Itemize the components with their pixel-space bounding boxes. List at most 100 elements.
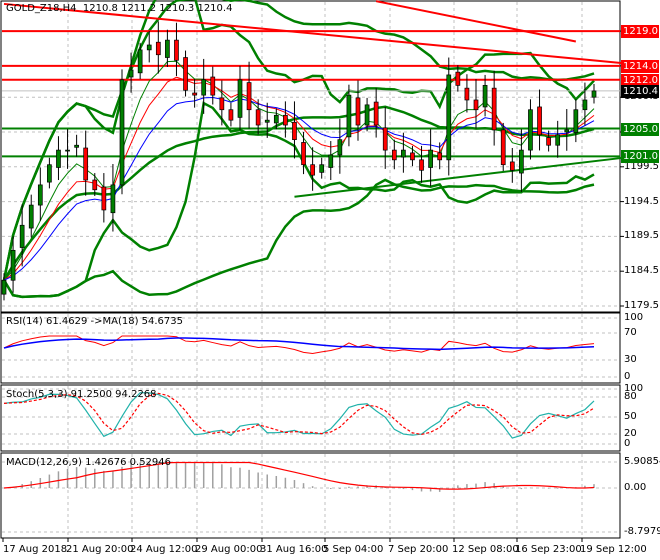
candle: [546, 137, 551, 146]
candle: [28, 204, 34, 229]
candle: [564, 129, 570, 133]
candle: [455, 71, 461, 86]
candle: [446, 74, 452, 161]
level-price-tag: 1201.0: [621, 150, 659, 164]
candle: [337, 139, 343, 156]
candle: [346, 94, 352, 138]
stoch-axis-label: 0: [624, 438, 631, 449]
candle: [410, 152, 415, 161]
candle: [183, 57, 188, 91]
macd-axis-label: -8.79794: [624, 526, 660, 537]
candle: [537, 106, 542, 136]
high-value: 1211.2: [121, 3, 157, 14]
time-label: 19 Sep 12:00: [580, 544, 647, 555]
candle: [19, 224, 25, 248]
candle: [301, 142, 306, 166]
stoch-title: Stoch(5,3,3) 91.2500 94.2268: [6, 389, 157, 400]
candle: [464, 87, 470, 101]
rsi-title: RSI(14) 61.4629 ->MA(18) 54.6735: [6, 316, 183, 327]
candle: [355, 97, 361, 126]
candle: [528, 109, 533, 151]
price-axis-label: 1194.5: [624, 195, 659, 207]
stoch-axis-label: 50: [624, 411, 637, 422]
level-price-tag: 1205.0: [621, 122, 659, 136]
symbol-label: GOLD_Z18,H4: [6, 3, 77, 14]
trendline: [375, 0, 577, 43]
candle: [519, 149, 524, 174]
candle: [255, 109, 261, 126]
candle: [210, 76, 216, 96]
candle: [192, 92, 197, 96]
candle: [273, 114, 279, 124]
candle: [219, 97, 225, 111]
price-axis-label: 1189.5: [624, 230, 659, 242]
candle: [292, 121, 297, 141]
time-label: 17 Aug 2018: [3, 544, 68, 555]
time-label: 5 Sep 04:00: [323, 544, 384, 555]
candle: [573, 109, 579, 134]
close-value: 1210.4: [197, 3, 233, 14]
rsi-axis-label: 30: [624, 354, 637, 365]
time-label: 16 Sep 23:00: [515, 544, 582, 555]
rsi-line: [3, 335, 595, 355]
candle: [591, 90, 597, 98]
candle: [83, 147, 89, 181]
candle: [165, 39, 170, 58]
candle: [174, 39, 179, 61]
time-label: 24 Aug 12:00: [130, 544, 198, 555]
macd-title: MACD(12,26,9) 1.42676 0.52946: [6, 457, 172, 468]
time-label: 12 Sep 08:00: [452, 544, 519, 555]
candle: [74, 144, 79, 148]
candle: [310, 164, 315, 176]
candle: [1, 279, 7, 295]
macd-axis-label: 5.90854: [624, 456, 660, 467]
candle: [401, 149, 406, 158]
candle: [246, 82, 252, 111]
candle: [582, 99, 588, 111]
candle: [419, 159, 424, 171]
candle: [201, 79, 207, 96]
candle: [509, 161, 515, 171]
candle: [65, 149, 70, 152]
rsi-axis-label: 70: [624, 327, 637, 338]
time-label: 21 Aug 20:00: [66, 544, 134, 555]
low-value: 1210.3: [159, 3, 195, 14]
candle: [128, 69, 134, 78]
price-axis-label: 1184.5: [624, 265, 659, 277]
rsi-axis-label: 0: [624, 371, 631, 382]
current-price-tag: 1210.4: [621, 84, 659, 98]
candle: [137, 49, 143, 74]
candle: [146, 44, 152, 51]
candle: [364, 104, 370, 126]
bollinger-band-line: [2, 178, 595, 299]
candle: [92, 179, 98, 191]
candle: [37, 184, 43, 206]
candle: [110, 184, 116, 214]
candle: [319, 164, 325, 173]
candle: [101, 186, 107, 211]
candle: [264, 119, 270, 123]
candle: [283, 114, 288, 126]
open-value: 1210.8: [82, 3, 118, 14]
macd-axis-label: 0.00: [624, 482, 647, 493]
rsi-ma-line: [3, 337, 595, 351]
rsi-axis-label: 100: [624, 312, 644, 323]
time-label: 31 Aug 16:00: [260, 544, 328, 555]
stoch-axis-label: 80: [624, 391, 637, 402]
candle: [500, 129, 506, 166]
price-axis-label: 1179.5: [624, 300, 659, 311]
candle: [56, 149, 61, 168]
candle: [391, 149, 397, 161]
candle: [119, 79, 125, 186]
level-price-tag: 1214.0: [621, 59, 659, 73]
candle: [228, 109, 234, 121]
candle: [382, 127, 388, 151]
candle: [437, 152, 443, 161]
candle: [47, 164, 52, 183]
candle: [155, 41, 161, 56]
candle: [428, 149, 433, 168]
level-price-tag: 1219.0: [621, 25, 659, 39]
candle: [555, 134, 561, 146]
main-chart-title: GOLD_Z18,H4 1210.8 1211.2 1210.3 1210.4: [6, 3, 232, 14]
time-label: 29 Aug 00:00: [195, 544, 263, 555]
